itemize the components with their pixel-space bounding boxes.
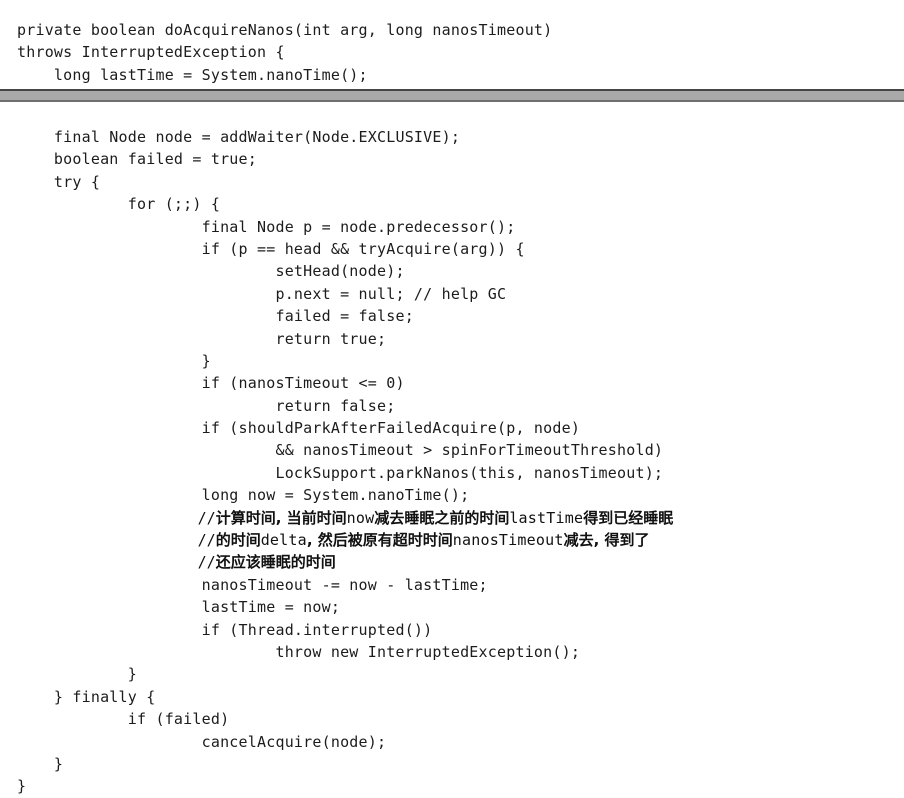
code-line: throw new InterruptedException(); bbox=[17, 642, 581, 661]
code-line: if (Thread.interrupted()) bbox=[17, 620, 433, 639]
comment-segment: // bbox=[197, 531, 216, 550]
code-comment-line: //计算时间, 当前时间now减去睡眠之前的时间lastTime得到已经睡眠 bbox=[17, 507, 674, 529]
comment-segment: nanosTimeout bbox=[452, 531, 564, 550]
code-line: } bbox=[17, 754, 64, 773]
comment-segment: 还应该睡眠的时间 bbox=[215, 553, 336, 572]
divider-line-light bbox=[0, 100, 904, 102]
divider-band-gray bbox=[0, 91, 904, 100]
code-line: } bbox=[17, 665, 137, 684]
comment-segment: 计算时间, 当前时间 bbox=[215, 508, 347, 527]
code-line: setHead(node); bbox=[17, 262, 405, 281]
code-line: LockSupport.parkNanos(this, nanosTimeout… bbox=[17, 463, 664, 482]
code-line: private boolean doAcquireNanos(int arg, … bbox=[17, 21, 553, 39]
code-line: boolean failed = true; bbox=[17, 150, 257, 169]
code-line: if (nanosTimeout <= 0) bbox=[17, 374, 405, 393]
code-line: nanosTimeout -= now - lastTime; bbox=[17, 575, 488, 594]
comment-segment: // bbox=[197, 553, 216, 572]
code-line: } bbox=[17, 351, 211, 370]
comment-segment: 得到已经睡眠 bbox=[583, 508, 674, 527]
comment-segment: , 然后被原有超时时间 bbox=[306, 531, 453, 550]
comment-indent bbox=[17, 531, 198, 549]
code-line: final Node node = addWaiter(Node.EXCLUSI… bbox=[17, 128, 461, 146]
code-line: final Node p = node.predecessor(); bbox=[17, 217, 516, 236]
code-block-body: final Node node = addWaiter(Node.EXCLUSI… bbox=[17, 126, 673, 798]
comment-indent bbox=[17, 553, 198, 571]
code-line: if (p == head && tryAcquire(arg)) { bbox=[17, 239, 525, 258]
code-line: if (failed) bbox=[17, 710, 230, 729]
code-line: failed = false; bbox=[17, 307, 414, 326]
comment-segment: 的时间 bbox=[215, 531, 261, 550]
code-line: return false; bbox=[17, 396, 396, 415]
code-line: try { bbox=[17, 172, 101, 191]
code-block-signature: private boolean doAcquireNanos(int arg, … bbox=[17, 19, 552, 86]
comment-segment: now bbox=[346, 508, 375, 527]
comment-segment: 减去睡眠之前的时间 bbox=[374, 508, 510, 527]
code-line: if (shouldParkAfterFailedAcquire(p, node… bbox=[17, 419, 581, 438]
code-line: } bbox=[17, 777, 27, 796]
code-line: p.next = null; // help GC bbox=[17, 284, 507, 303]
code-listing-page: private boolean doAcquireNanos(int arg, … bbox=[0, 0, 904, 795]
code-line: && nanosTimeout > spinForTimeoutThreshol… bbox=[17, 441, 664, 460]
code-comment-line: //还应该睡眠的时间 bbox=[17, 551, 673, 573]
code-line: long lastTime = System.nanoTime(); bbox=[17, 65, 368, 84]
comment-indent bbox=[17, 509, 198, 527]
code-comment-line: //的时间delta, 然后被原有超时时间nanosTimeout减去, 得到了 bbox=[17, 529, 673, 551]
comment-segment: delta bbox=[260, 531, 307, 550]
code-line: cancelAcquire(node); bbox=[17, 732, 387, 751]
code-line: lastTime = now; bbox=[17, 598, 341, 617]
code-line: for (;;) { bbox=[17, 195, 221, 214]
code-line: throws InterruptedException { bbox=[17, 43, 285, 62]
code-line: } finally { bbox=[17, 687, 156, 706]
code-line: long now = System.nanoTime(); bbox=[17, 486, 470, 505]
code-line: return true; bbox=[17, 329, 387, 348]
comment-segment: // bbox=[197, 508, 216, 527]
comment-segment: 减去, 得到了 bbox=[563, 531, 650, 550]
comment-segment: lastTime bbox=[509, 508, 584, 527]
section-divider bbox=[0, 89, 904, 105]
